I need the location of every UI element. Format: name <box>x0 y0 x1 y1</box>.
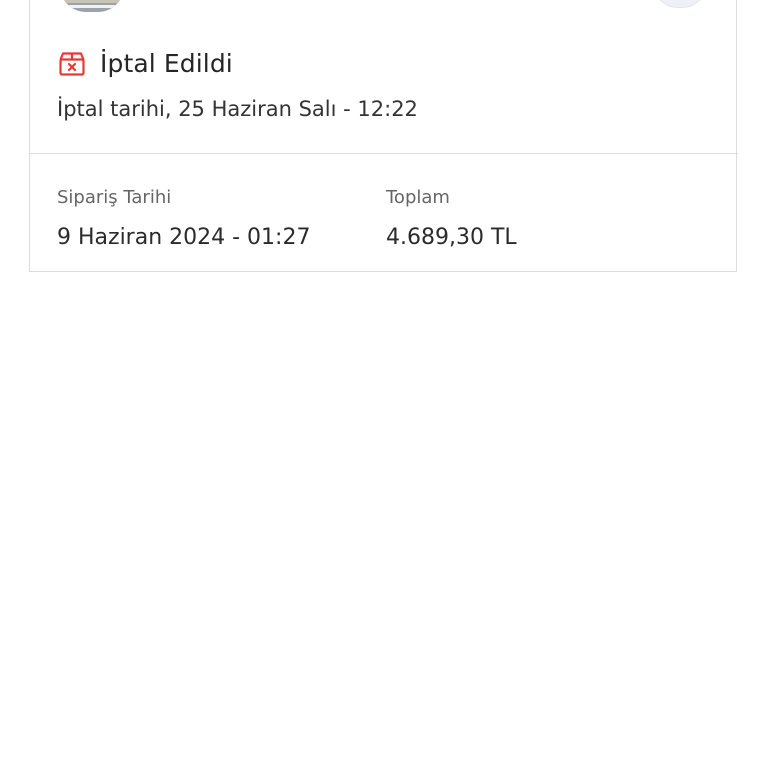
order-status: İptal Edildi <box>56 46 233 80</box>
order-date-value: 9 Haziran 2024 - 01:27 <box>57 225 311 250</box>
cancelled-box-icon <box>59 52 85 76</box>
total-value: 4.689,30 TL <box>386 225 517 250</box>
order-date-label: Sipariş Tarihi <box>57 187 172 208</box>
divider <box>29 153 738 154</box>
total-label: Toplam <box>386 187 450 208</box>
status-title: İptal Edildi <box>100 48 233 78</box>
cancel-date: İptal tarihi, 25 Haziran Salı - 12:22 <box>57 97 418 121</box>
